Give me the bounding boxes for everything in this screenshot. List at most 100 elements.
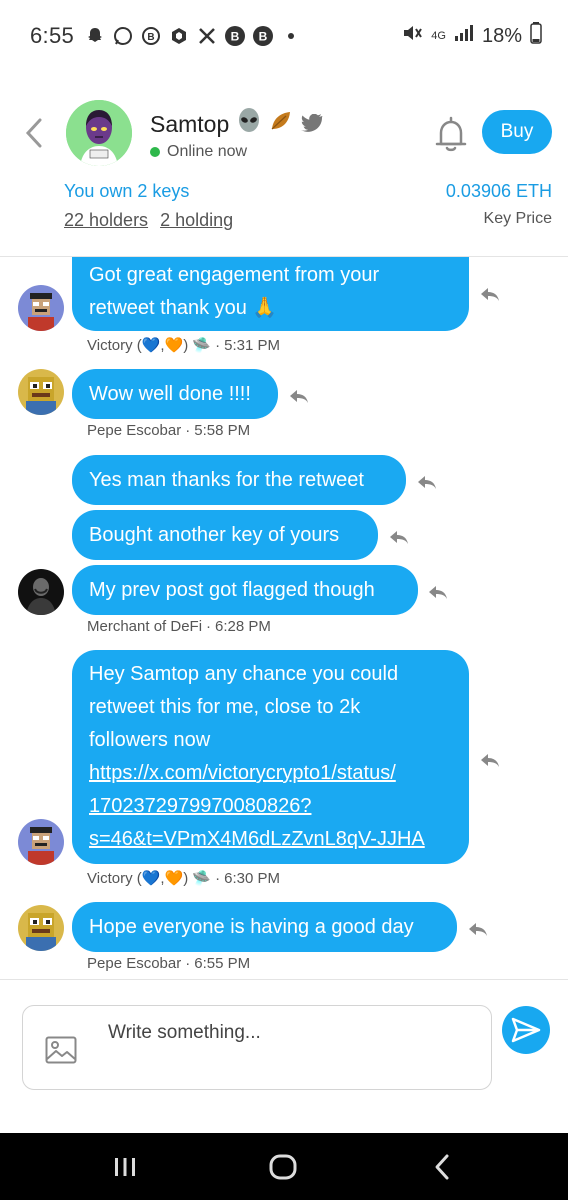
- message-input[interactable]: Write something...: [22, 1005, 492, 1090]
- composer-bar: Write something...: [0, 979, 568, 1133]
- avatar[interactable]: [18, 905, 64, 951]
- message-bubble[interactable]: Hey Samtop any chance you could retweet …: [72, 650, 469, 864]
- message-time: 6:55 PM: [194, 955, 251, 972]
- message-link[interactable]: https://x.com/victorycrypto1/status/: [89, 762, 396, 784]
- mute-icon: [401, 23, 423, 49]
- notification-icons: B B B: [84, 25, 302, 47]
- message-text: retweet thank you 🙏: [89, 297, 278, 319]
- message-bubble[interactable]: Wow well done !!!!: [72, 369, 278, 419]
- battery-level: 18%: [481, 24, 522, 47]
- message-time: 6:28 PM: [215, 618, 271, 635]
- holders-row: 22 holders 2 holding: [64, 210, 233, 231]
- avatar[interactable]: [18, 569, 64, 615]
- message-bubble[interactable]: Bought another key of yours: [72, 510, 378, 560]
- image-attach-icon[interactable]: [45, 1036, 77, 1064]
- chat-header: Samtop Online now Buy: [0, 96, 568, 176]
- message-list[interactable]: Got great engagement from your retweet t…: [0, 257, 568, 979]
- meta-separator: ·: [215, 336, 221, 354]
- dot-icon: [280, 25, 302, 47]
- system-icons: 4G 18%: [401, 22, 542, 50]
- signal-icon: [454, 24, 474, 48]
- status-time: 6:55: [30, 23, 75, 48]
- reply-icon[interactable]: [417, 475, 437, 491]
- message-text: Bought another key of yours: [89, 524, 340, 546]
- message-bubble[interactable]: Hope everyone is having a good day: [72, 902, 457, 952]
- reply-icon[interactable]: [468, 922, 488, 938]
- message-author: Merchant of DeFi: [87, 618, 203, 635]
- online-dot-icon: [150, 147, 160, 157]
- message-text: Hey Samtop any chance you could: [89, 663, 399, 685]
- message-time: 5:31 PM: [224, 336, 280, 354]
- reply-icon[interactable]: [480, 287, 500, 303]
- message-bubble[interactable]: Got great engagement from your retweet t…: [72, 257, 469, 331]
- twitter-bird-icon[interactable]: [301, 111, 323, 138]
- message-author: Victory (💙,🧡) 🛸: [87, 337, 212, 354]
- message-meta: Merchant of DeFi · 6:28 PM: [87, 618, 271, 635]
- reply-icon[interactable]: [289, 389, 309, 405]
- key-price-label: Key Price: [483, 210, 552, 227]
- back-arrow-icon[interactable]: [24, 116, 46, 150]
- profile-avatar[interactable]: [66, 100, 132, 166]
- reply-icon[interactable]: [480, 753, 500, 769]
- message-text: retweet this for me, close to 2k: [89, 696, 361, 718]
- svg-text:B: B: [259, 30, 268, 44]
- holders-link[interactable]: 22 holders: [64, 210, 148, 231]
- bell-icon[interactable]: [434, 114, 468, 154]
- buy-button[interactable]: Buy: [482, 110, 552, 154]
- fallen-leaf-icon: [269, 109, 293, 139]
- send-button[interactable]: [502, 1006, 550, 1054]
- home-icon[interactable]: [268, 1153, 298, 1181]
- meta-separator: ·: [206, 618, 212, 635]
- alien-emoji-icon: [237, 108, 261, 140]
- recent-apps-icon[interactable]: [110, 1153, 140, 1181]
- message-text: Got great engagement from your: [89, 264, 380, 286]
- message-meta: Pepe Escobar · 5:58 PM: [87, 422, 250, 439]
- message-bubble[interactable]: Yes man thanks for the retweet: [72, 455, 406, 505]
- network-type: 4G: [431, 29, 446, 42]
- message-time: 5:58 PM: [194, 422, 251, 439]
- message-input-placeholder: Write something...: [108, 1022, 261, 1043]
- b-coin-icon: B: [140, 25, 162, 47]
- nav-back-icon[interactable]: [428, 1153, 458, 1181]
- b-badge-icon: B: [224, 25, 246, 47]
- message-text: followers now: [89, 729, 211, 751]
- reply-icon[interactable]: [389, 530, 409, 546]
- meta-separator: ·: [215, 869, 221, 887]
- message-meta: Victory (💙,🧡) 🛸 · 5:31 PM: [87, 336, 280, 355]
- whatsapp-icon: [112, 25, 134, 47]
- message-text: Wow well done !!!!: [89, 383, 251, 405]
- online-status: Online now: [150, 143, 247, 161]
- message-meta: Victory (💙,🧡) 🛸 · 6:30 PM: [87, 869, 280, 888]
- meta-separator: ·: [185, 955, 191, 972]
- holding-link[interactable]: 2 holding: [160, 210, 233, 231]
- message-bubble[interactable]: My prev post got flagged though: [72, 565, 418, 615]
- reply-icon[interactable]: [428, 585, 448, 601]
- message-link[interactable]: 1702372979970080826?: [89, 795, 311, 817]
- keys-owned: You own 2 keys: [64, 181, 190, 201]
- message-text: Yes man thanks for the retweet: [89, 469, 364, 491]
- message-author: Victory (💙,🧡) 🛸: [87, 870, 212, 887]
- profile-name-row: Samtop: [150, 108, 323, 140]
- avatar[interactable]: [18, 285, 64, 331]
- message-link[interactable]: s=46&t=VPmX4M6dLzZvnL8qV-JJHA: [89, 828, 425, 850]
- battery-icon: [530, 22, 542, 50]
- message-text: My prev post got flagged though: [89, 579, 375, 601]
- message-author: Pepe Escobar: [87, 955, 182, 972]
- status-bar: 6:55 B B B 4G 18%: [0, 0, 568, 72]
- send-icon: [511, 1017, 541, 1043]
- message-meta: Pepe Escobar · 6:55 PM: [87, 955, 250, 972]
- meta-separator: ·: [185, 422, 191, 439]
- avatar[interactable]: [18, 819, 64, 865]
- profile-name: Samtop: [150, 110, 230, 137]
- system-nav-bar: [0, 1133, 568, 1200]
- snapchat-icon: [84, 25, 106, 47]
- svg-text:B: B: [147, 32, 154, 43]
- message-text: Hope everyone is having a good day: [89, 916, 414, 938]
- avatar[interactable]: [18, 369, 64, 415]
- polygon-icon: [168, 25, 190, 47]
- svg-text:B: B: [231, 30, 240, 44]
- message-time: 6:30 PM: [224, 869, 280, 887]
- key-price-value: 0.03906 ETH: [445, 181, 552, 201]
- message-author: Pepe Escobar: [87, 422, 182, 439]
- x-icon: [196, 25, 218, 47]
